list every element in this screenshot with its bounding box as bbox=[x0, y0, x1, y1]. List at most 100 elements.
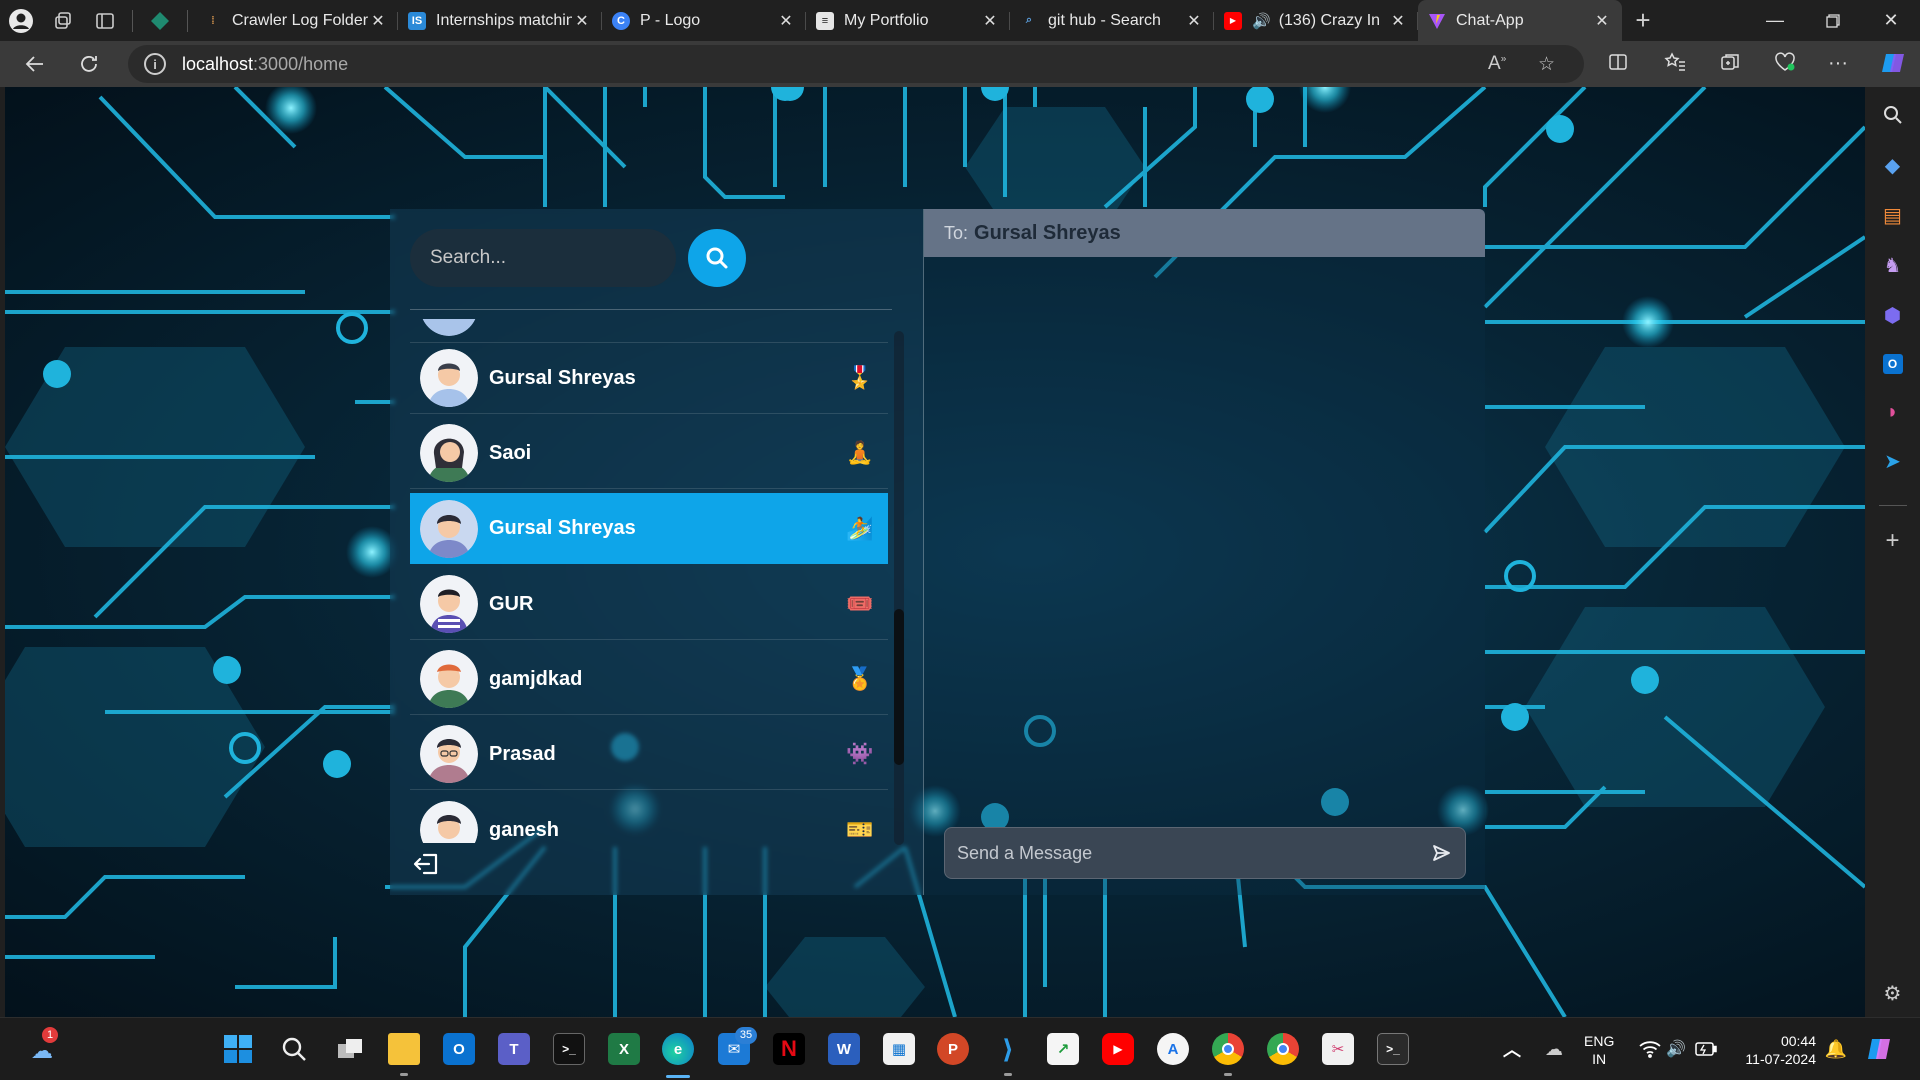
terminal-preview-icon[interactable]: >_ bbox=[1377, 1033, 1409, 1065]
copilot-designer-icon[interactable]: ⬢ bbox=[1865, 303, 1920, 328]
netflix-icon[interactable]: N bbox=[773, 1033, 805, 1065]
copilot-icon[interactable] bbox=[1880, 50, 1906, 82]
edge-sidebar: ◆ ▤ ♞ ⬢ O ◗ ➤ + ⚙ bbox=[1865, 87, 1920, 1017]
tab-github-search[interactable]: ⌕ git hub - Search ✕ bbox=[1010, 0, 1214, 41]
vertical-tabs-icon[interactable] bbox=[84, 0, 126, 41]
conversation-item[interactable]: gamjdkad 🏅 bbox=[410, 644, 888, 715]
avatar bbox=[420, 650, 478, 708]
tab-close-icon[interactable]: ✕ bbox=[776, 11, 796, 31]
back-icon[interactable] bbox=[8, 41, 62, 87]
chrome-profile-icon[interactable] bbox=[1267, 1033, 1299, 1065]
tab-close-icon[interactable]: ✕ bbox=[980, 11, 1000, 31]
excel-icon[interactable]: X bbox=[608, 1033, 640, 1065]
telegram-send-icon[interactable]: ➤ bbox=[1865, 449, 1920, 474]
teams-icon[interactable]: T bbox=[498, 1033, 530, 1065]
taskbar-search-icon[interactable] bbox=[278, 1033, 310, 1065]
outlook-icon[interactable]: O bbox=[1865, 351, 1920, 374]
split-screen-icon[interactable] bbox=[1608, 52, 1628, 78]
collections-icon[interactable] bbox=[1720, 52, 1740, 78]
message-input[interactable] bbox=[945, 828, 1417, 878]
divider bbox=[410, 309, 892, 310]
read-aloud-icon[interactable]: A» bbox=[1488, 53, 1506, 75]
youtube-icon[interactable]: ▶ bbox=[1102, 1033, 1134, 1065]
tab-close-icon[interactable]: ✕ bbox=[1388, 11, 1408, 31]
shopping-tag-icon[interactable]: ◆ bbox=[1865, 153, 1920, 178]
tab-close-icon[interactable]: ✕ bbox=[572, 11, 592, 31]
tab-close-icon[interactable]: ✕ bbox=[1592, 11, 1612, 31]
input-language[interactable]: ENG IN bbox=[1584, 1032, 1614, 1068]
microsoft-store-icon[interactable]: ▦ bbox=[883, 1033, 915, 1065]
pinned-tab-icon[interactable] bbox=[139, 0, 181, 41]
conversation-item[interactable]: GUR 🎟️ bbox=[410, 569, 888, 640]
search-input[interactable] bbox=[410, 229, 676, 287]
favorites-icon[interactable] bbox=[1664, 52, 1686, 78]
restore-icon[interactable] bbox=[1804, 0, 1862, 41]
active-app-indicator bbox=[666, 1075, 690, 1078]
edge-icon[interactable]: e bbox=[662, 1033, 694, 1065]
address-bar: i localhost:3000/home A» ☆ ··· bbox=[0, 41, 1920, 87]
new-tab-icon[interactable]: + bbox=[1622, 0, 1664, 41]
tab-portfolio[interactable]: ≡ My Portfolio ✕ bbox=[806, 0, 1010, 41]
powerpoint-icon[interactable]: P bbox=[937, 1033, 969, 1065]
browser-essentials-icon[interactable] bbox=[1774, 52, 1796, 78]
tab-youtube[interactable]: ▶ 🔊 (136) Crazy In ✕ bbox=[1214, 0, 1418, 41]
show-hidden-icons-chevron-icon[interactable]: ︿ bbox=[1496, 1033, 1528, 1065]
tab-p-logo[interactable]: C P - Logo ✕ bbox=[602, 0, 806, 41]
clock[interactable]: 00:44 11-07-2024 bbox=[1736, 1032, 1816, 1068]
file-explorer-icon[interactable] bbox=[388, 1033, 420, 1065]
logout-button[interactable] bbox=[412, 849, 442, 879]
start-windows-icon[interactable] bbox=[222, 1033, 254, 1065]
conversation-item[interactable]: Gursal Shreyas 🎖️ bbox=[410, 343, 888, 414]
minimize-icon[interactable]: — bbox=[1746, 0, 1804, 41]
close-window-icon[interactable]: ✕ bbox=[1862, 0, 1920, 41]
more-options-icon[interactable]: ··· bbox=[1828, 52, 1848, 75]
scrollbar-track[interactable] bbox=[894, 331, 904, 845]
search-icon[interactable] bbox=[1865, 105, 1920, 131]
settings-gear-icon[interactable]: ⚙ bbox=[1865, 981, 1920, 1006]
conversation-item[interactable]: ganesh 🎫 bbox=[410, 795, 888, 843]
drop-icon[interactable]: ◗ bbox=[1865, 401, 1920, 424]
send-button[interactable] bbox=[1417, 828, 1465, 878]
conversation-item-selected[interactable]: Gursal Shreyas 🏄 bbox=[410, 493, 888, 564]
refresh-icon[interactable] bbox=[62, 41, 116, 87]
scrollbar-thumb[interactable] bbox=[894, 609, 904, 765]
region-label: IN bbox=[1592, 1051, 1607, 1067]
tab-chat-app[interactable]: Chat-App ✕ bbox=[1418, 0, 1622, 41]
notification-bell-icon[interactable]: 🔔 bbox=[1820, 1033, 1852, 1065]
favorite-star-icon[interactable]: ☆ bbox=[1538, 53, 1555, 76]
tab-close-icon[interactable]: ✕ bbox=[368, 11, 388, 31]
vscode-icon[interactable]: ⟩ bbox=[992, 1033, 1024, 1065]
tab-close-icon[interactable]: ✕ bbox=[1184, 11, 1204, 31]
conversation-item[interactable]: 🎫 bbox=[410, 319, 888, 343]
profile-icon[interactable] bbox=[0, 0, 42, 41]
tab-crawler[interactable]: ⁞ Crawler Log Folder ✕ bbox=[194, 0, 398, 41]
word-icon[interactable]: W bbox=[828, 1033, 860, 1065]
add-sidebar-app-icon[interactable]: + bbox=[1865, 527, 1920, 555]
chrome-icon[interactable] bbox=[1212, 1033, 1244, 1065]
running-indicator bbox=[1004, 1073, 1012, 1076]
tab-title: Internships matching bbox=[436, 11, 572, 29]
search-button[interactable] bbox=[688, 229, 746, 287]
speaker-icon[interactable]: 🔊 bbox=[1252, 12, 1271, 30]
volume-icon[interactable]: 🔊 bbox=[1660, 1033, 1692, 1065]
copilot-taskbar-icon[interactable] bbox=[1864, 1033, 1896, 1065]
conversation-item[interactable]: Prasad 👾 bbox=[410, 719, 888, 790]
games-icon[interactable]: ♞ bbox=[1865, 253, 1920, 278]
task-view-icon[interactable] bbox=[334, 1033, 366, 1065]
conversation-emoji: 🏄 bbox=[846, 515, 874, 541]
snipping-tool-icon[interactable]: ✂ bbox=[1322, 1033, 1354, 1065]
onedrive-error-icon[interactable]: ☁ bbox=[1538, 1033, 1570, 1065]
outlook-new-icon[interactable]: O bbox=[443, 1033, 475, 1065]
site-info-icon[interactable]: i bbox=[144, 53, 166, 75]
stock-app-icon[interactable]: ↗ bbox=[1047, 1033, 1079, 1065]
battery-icon[interactable] bbox=[1690, 1033, 1722, 1065]
conversation-item[interactable]: Saoi 🧘 bbox=[410, 418, 888, 489]
tools-briefcase-icon[interactable]: ▤ bbox=[1865, 203, 1920, 228]
url-field[interactable]: i localhost:3000/home A» ☆ bbox=[128, 45, 1584, 83]
weather-badge: 1 bbox=[42, 1027, 58, 1043]
workspaces-icon[interactable] bbox=[42, 0, 84, 41]
tab-internships[interactable]: IS Internships matching ✕ bbox=[398, 0, 602, 41]
app-store-icon[interactable]: A bbox=[1157, 1033, 1189, 1065]
url-path: :3000/home bbox=[253, 53, 349, 74]
terminal-icon[interactable]: >_ bbox=[553, 1033, 585, 1065]
